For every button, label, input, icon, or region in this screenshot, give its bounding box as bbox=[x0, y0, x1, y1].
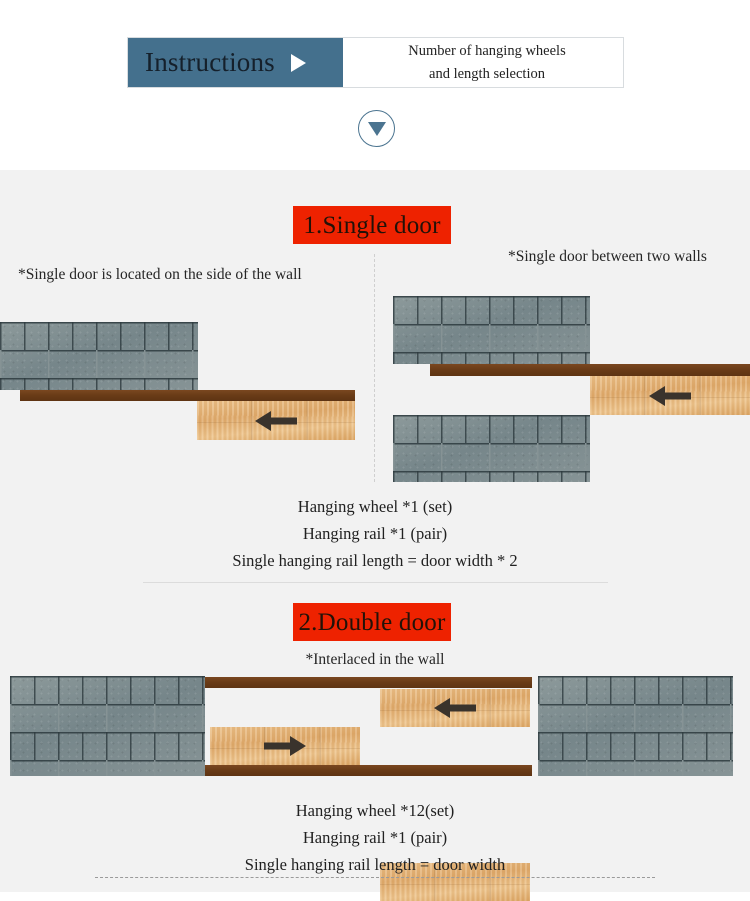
header-band: Instructions Number of hanging wheels an… bbox=[0, 0, 750, 170]
instructions-bar: Instructions Number of hanging wheels an… bbox=[127, 37, 624, 88]
arrow-left-icon bbox=[432, 696, 478, 720]
spec-double-2: Hanging rail *1 (pair) bbox=[302, 828, 448, 847]
hanging-rail-top bbox=[205, 677, 532, 688]
instructions-tab[interactable]: Instructions bbox=[128, 38, 343, 87]
brick-wall bbox=[393, 415, 590, 482]
instructions-desc-line2: and length selection bbox=[429, 65, 545, 82]
spec-double-1: Hanging wheel *12(set) bbox=[295, 801, 455, 820]
caption-interlaced-in-wall: *Interlaced in the wall bbox=[305, 651, 445, 668]
section-divider bbox=[143, 582, 608, 583]
hanging-rail bbox=[20, 390, 355, 401]
brick-wall bbox=[10, 676, 205, 776]
sliding-door-panel-upper bbox=[380, 689, 530, 727]
chevron-down-circle-icon[interactable] bbox=[358, 110, 395, 147]
sliding-door-panel bbox=[197, 401, 355, 440]
vertical-dashed-divider bbox=[374, 254, 375, 482]
section-banner-double-door: 2.Double door bbox=[293, 603, 451, 641]
instructions-desc-line1: Number of hanging wheels bbox=[408, 43, 566, 60]
hanging-rail bbox=[430, 364, 750, 376]
arrow-left-icon bbox=[253, 409, 299, 433]
sliding-door-panel bbox=[590, 376, 750, 415]
arrow-right-icon bbox=[262, 734, 308, 758]
arrow-left-icon bbox=[647, 384, 693, 408]
caption-single-door-side-of-wall: *Single door is located on the side of t… bbox=[18, 266, 302, 283]
section-banner-single-door: 1.Single door bbox=[293, 206, 451, 244]
instructions-body: 1.Single door *Single door is located on… bbox=[0, 170, 750, 901]
spec-single-2: Hanging rail *1 (pair) bbox=[302, 524, 448, 543]
bottom-dashed-divider bbox=[95, 877, 655, 878]
hanging-rail-bottom bbox=[205, 765, 532, 776]
spec-single-3: Single hanging rail length = door width … bbox=[232, 551, 518, 570]
sliding-door-panel-lower bbox=[210, 727, 360, 765]
spec-double-3: Single hanging rail length = door width bbox=[244, 855, 506, 874]
play-triangle-icon bbox=[290, 53, 306, 72]
caption-single-door-between-walls: *Single door between two walls bbox=[508, 248, 707, 265]
brick-wall bbox=[538, 676, 733, 776]
instructions-label: Instructions bbox=[145, 47, 275, 77]
spec-single-1: Hanging wheel *1 (set) bbox=[297, 497, 453, 516]
brick-wall bbox=[393, 296, 590, 364]
brick-wall bbox=[0, 322, 198, 390]
instructions-description: Number of hanging wheels and length sele… bbox=[343, 38, 623, 87]
